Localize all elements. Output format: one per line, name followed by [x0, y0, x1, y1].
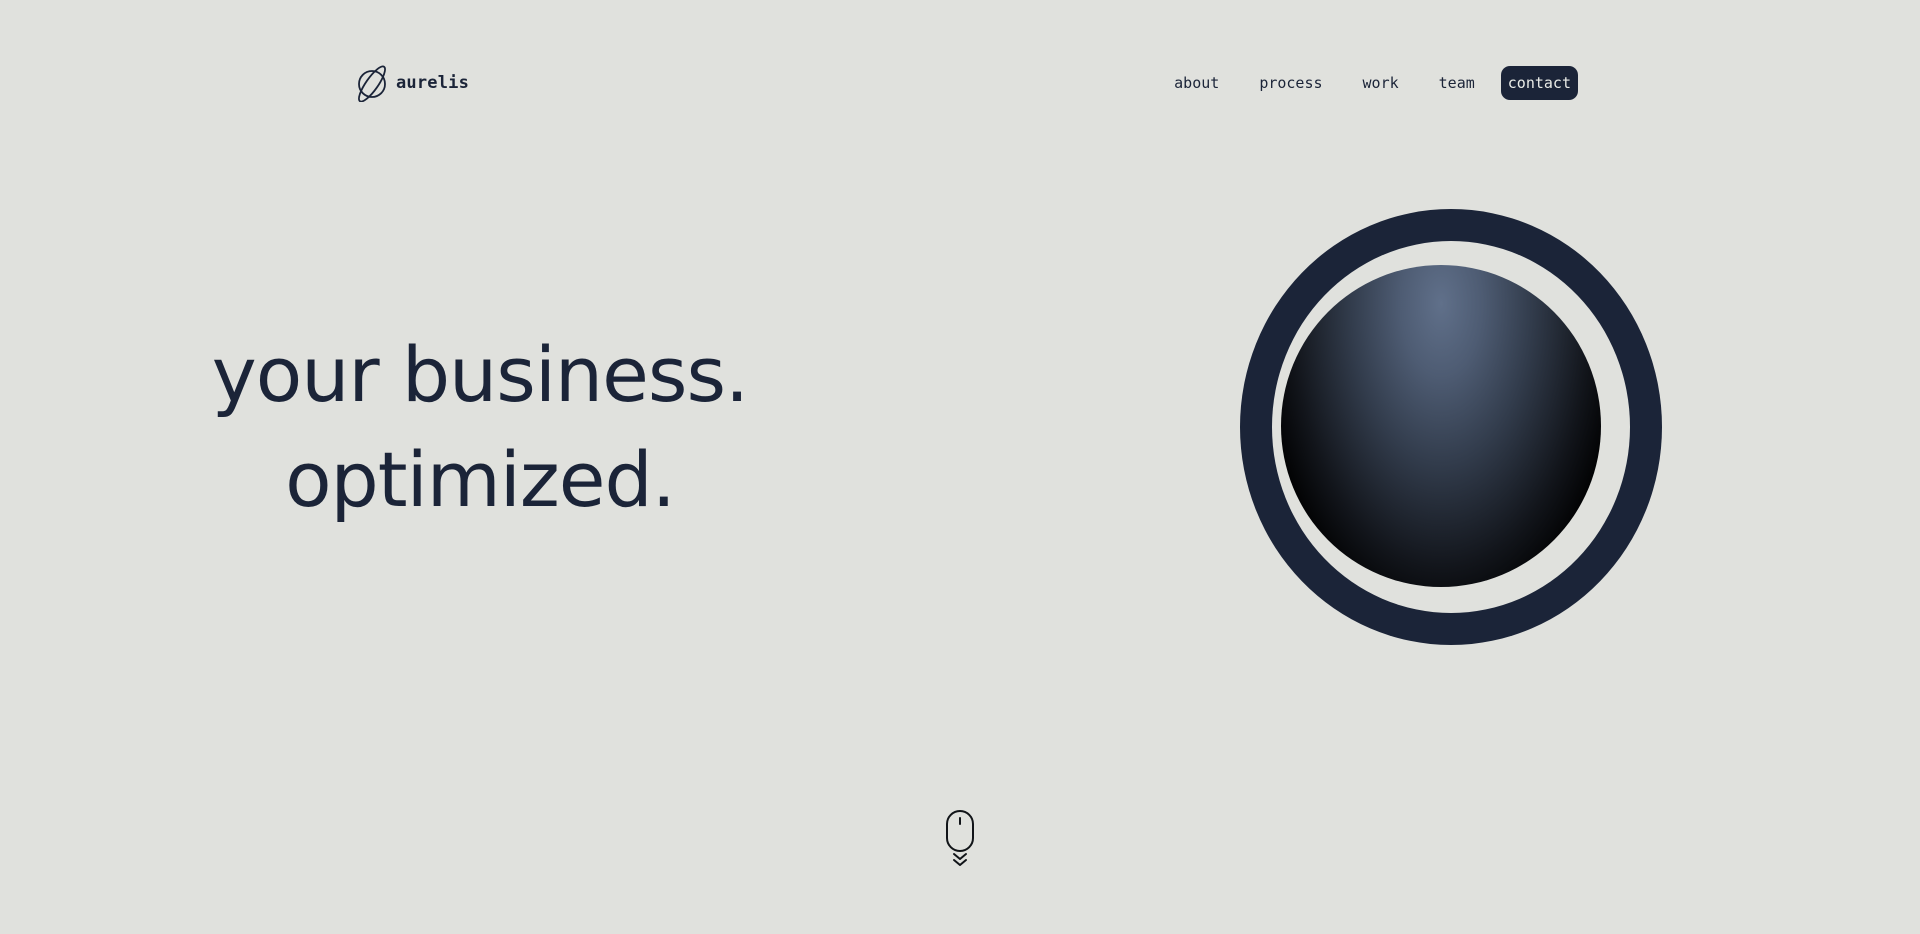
- hero-headline: your business. optimized.: [180, 322, 780, 532]
- brand-name: aurelis: [396, 73, 470, 93]
- nav-item-process[interactable]: process: [1245, 66, 1336, 100]
- nav-contact-button[interactable]: contact: [1500, 66, 1578, 100]
- nav-item-work[interactable]: work: [1349, 66, 1413, 100]
- hero-line-2: optimized.: [285, 435, 676, 524]
- main-nav: about process work team contact: [1160, 66, 1578, 100]
- mouse-scroll-icon: [946, 810, 974, 866]
- brand-logo-link[interactable]: aurelis: [354, 63, 469, 103]
- nav-item-about[interactable]: about: [1160, 66, 1233, 100]
- nav-item-team[interactable]: team: [1425, 66, 1489, 100]
- scroll-down-indicator[interactable]: [945, 809, 975, 871]
- orb-sphere: [1281, 265, 1601, 587]
- orb-outer-ring: [1240, 209, 1662, 645]
- planet-icon: [358, 65, 386, 102]
- hero-line-1: your business.: [211, 330, 749, 419]
- orb-inner-gap: [1272, 241, 1630, 613]
